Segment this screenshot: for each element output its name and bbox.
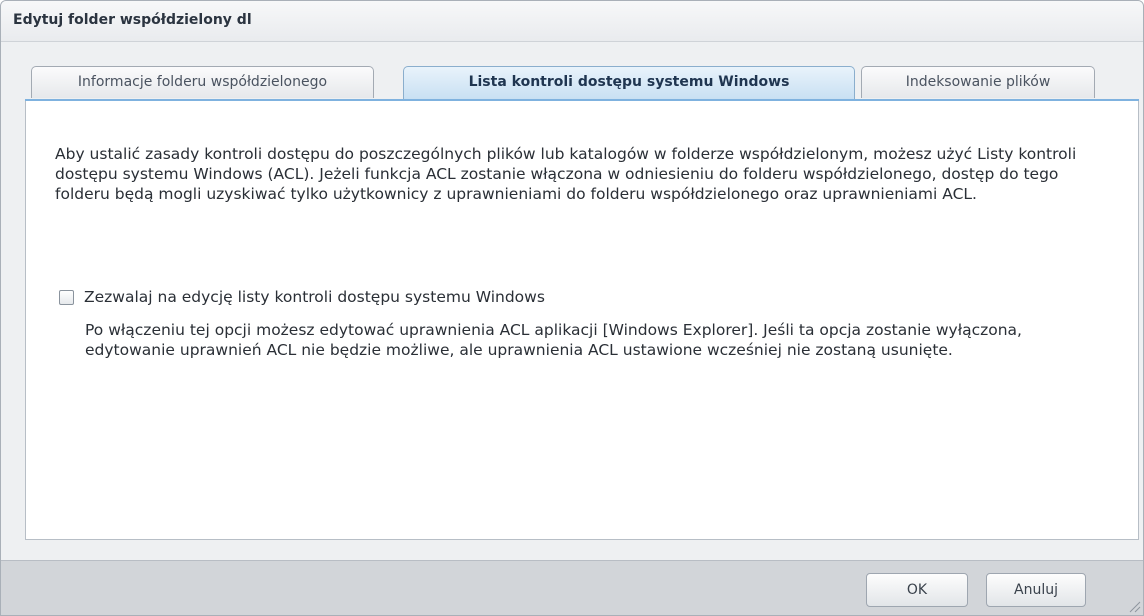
dialog-title: Edytuj folder współdzielony dl: [13, 12, 252, 28]
acl-description: Aby ustalić zasady kontroli dostępu do p…: [55, 145, 1077, 203]
acl-option-hint: Po włączeniu tej opcji możesz edytować u…: [85, 321, 1022, 359]
dialog-body: Informacje folderu współdzielonego Lista…: [1, 42, 1143, 560]
dialog-footer: OK Anuluj: [1, 560, 1143, 615]
allow-acl-edit-checkbox[interactable]: [59, 289, 74, 305]
acl-tab-panel: Aby ustalić zasady kontroli dostępu do p…: [25, 101, 1139, 540]
tab-folder-info[interactable]: Informacje folderu współdzielonego: [31, 66, 374, 98]
tab-windows-acl[interactable]: Lista kontroli dostępu systemu Windows: [403, 66, 855, 99]
acl-option-row: Zezwalaj na edycję listy kontroli dostęp…: [59, 287, 545, 307]
cancel-button[interactable]: Anuluj: [986, 573, 1086, 607]
dialog-titlebar[interactable]: Edytuj folder współdzielony dl: [1, 1, 1143, 42]
ok-button[interactable]: OK: [866, 573, 968, 607]
resize-grip-icon[interactable]: [1127, 599, 1141, 613]
allow-acl-edit-label[interactable]: Zezwalaj na edycję listy kontroli dostęp…: [84, 288, 545, 306]
tab-file-indexing[interactable]: Indeksowanie plików: [861, 66, 1095, 98]
edit-shared-folder-dialog: Edytuj folder współdzielony dl Informacj…: [0, 0, 1144, 616]
